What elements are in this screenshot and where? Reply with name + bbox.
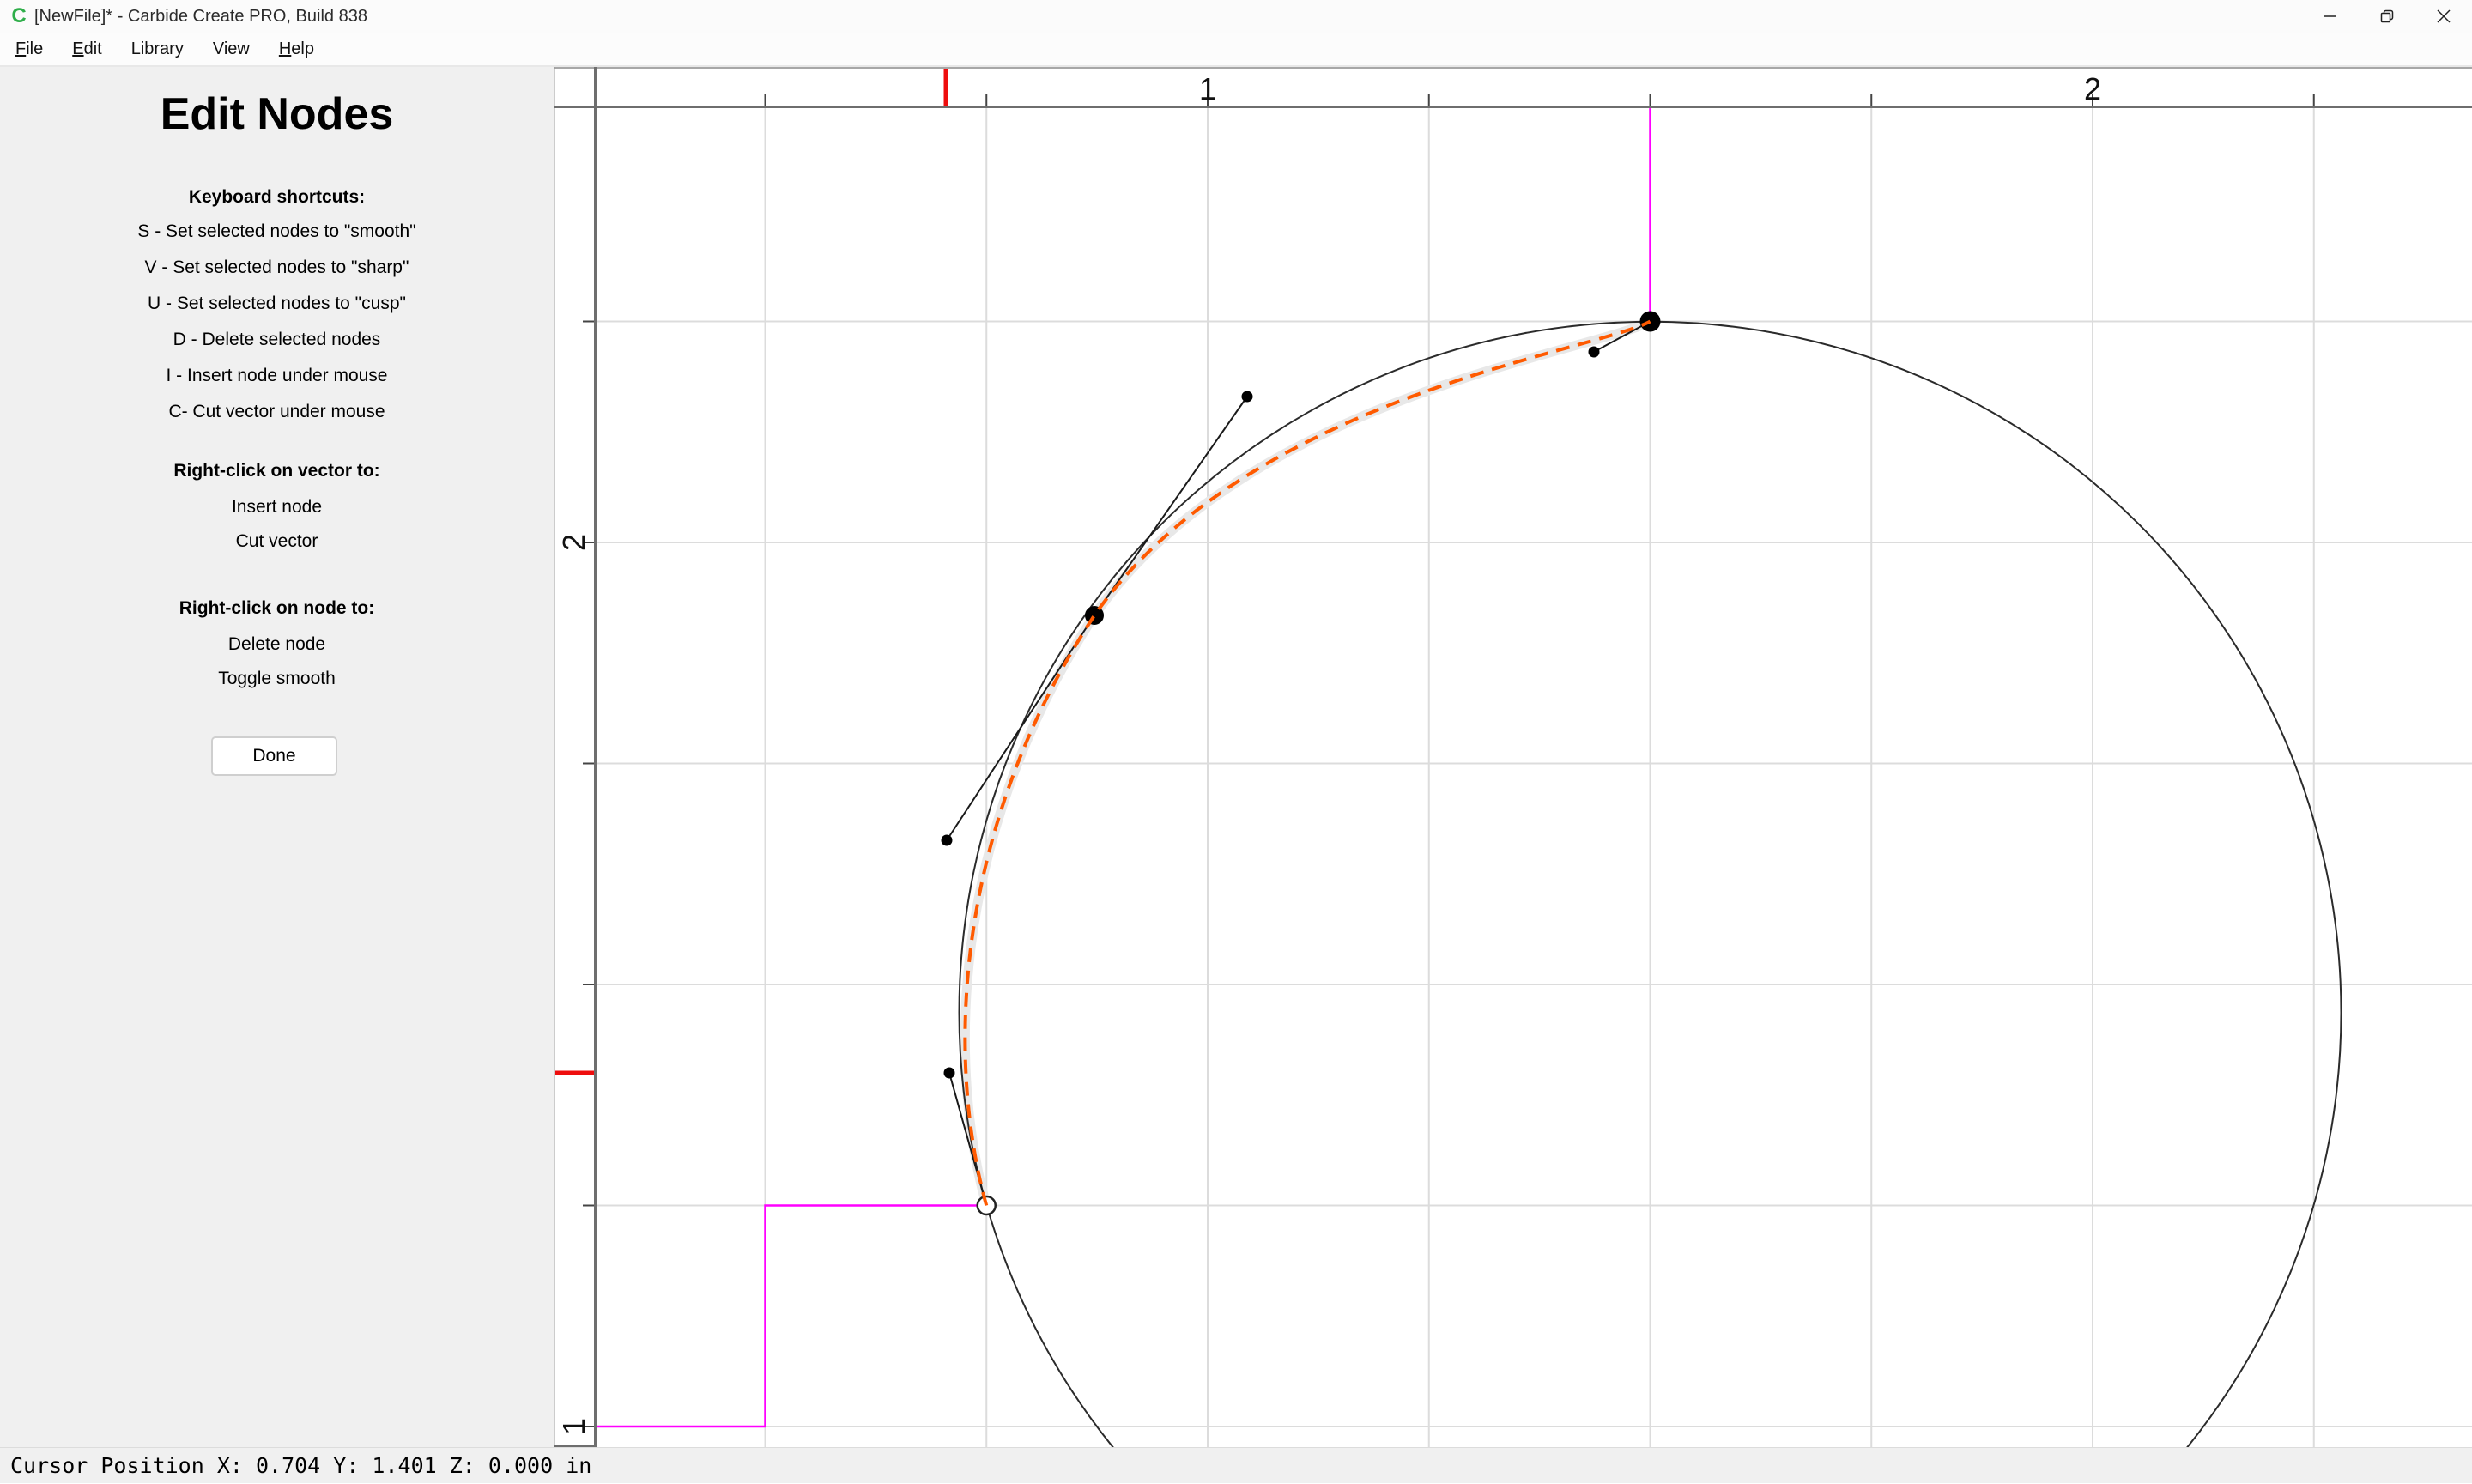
window-title: [NewFile]* - Carbide Create PRO, Build 8… bbox=[34, 0, 367, 33]
restore-button[interactable] bbox=[2359, 0, 2415, 33]
magenta-path-segments[interactable] bbox=[597, 108, 1651, 1426]
panel-title: Edit Nodes bbox=[0, 84, 554, 144]
ruler-frame bbox=[554, 67, 2472, 1447]
app-window: C [NewFile]* - Carbide Create PRO, Build… bbox=[0, 0, 2472, 1483]
shortcut-sharp: V - Set selected nodes to "sharp" bbox=[0, 250, 554, 286]
ruler-left-label-1: 1 bbox=[556, 1418, 591, 1435]
control-point[interactable] bbox=[944, 1068, 955, 1079]
menu-help[interactable]: Help bbox=[264, 33, 329, 64]
vector-action-cut-vector: Cut vector bbox=[0, 524, 554, 560]
shortcut-smooth: S - Set selected nodes to "smooth" bbox=[0, 214, 554, 250]
window-controls bbox=[2302, 0, 2472, 33]
ruler-ticks bbox=[583, 94, 2314, 1426]
cursor-mark-x bbox=[944, 69, 948, 106]
edit-nodes-panel: Edit Nodes Keyboard shortcuts: S - Set s… bbox=[0, 67, 554, 1447]
status-bar: Cursor Position X: 0.704 Y: 1.401 Z: 0.0… bbox=[0, 1447, 2472, 1483]
ruler-left-label-2: 2 bbox=[556, 534, 591, 551]
control-point[interactable] bbox=[1242, 391, 1253, 403]
shortcut-cut: C- Cut vector under mouse bbox=[0, 394, 554, 430]
title-bar: C [NewFile]* - Carbide Create PRO, Build… bbox=[0, 0, 2472, 33]
shortcut-insert: I - Insert node under mouse bbox=[0, 358, 554, 394]
node-context-heading: Right-click on node to: bbox=[0, 591, 554, 627]
cursor-position-readout: Cursor Position X: 0.704 Y: 1.401 Z: 0.0… bbox=[10, 1448, 591, 1484]
done-button[interactable]: Done bbox=[211, 736, 337, 776]
minimize-button[interactable] bbox=[2302, 0, 2359, 33]
minimize-icon bbox=[2324, 9, 2337, 23]
control-point[interactable] bbox=[942, 835, 953, 846]
vector-context-heading: Right-click on vector to: bbox=[0, 453, 554, 489]
restore-icon bbox=[2380, 9, 2394, 23]
menu-bar: File Edit Library View Help bbox=[0, 33, 2472, 67]
menu-edit[interactable]: Edit bbox=[58, 33, 116, 64]
vector-action-insert-node: Insert node bbox=[0, 489, 554, 525]
menu-view[interactable]: View bbox=[198, 33, 264, 64]
keyboard-shortcuts-heading: Keyboard shortcuts: bbox=[0, 179, 554, 215]
shortcut-cusp: U - Set selected nodes to "cusp" bbox=[0, 286, 554, 322]
ruler-top-label-1: 1 bbox=[1199, 71, 1216, 106]
grid-lines bbox=[597, 108, 2472, 1447]
design-canvas[interactable]: 1 2 2 1 bbox=[554, 67, 2472, 1447]
menu-file[interactable]: File bbox=[1, 33, 58, 64]
control-point[interactable] bbox=[1589, 347, 1600, 358]
close-button[interactable] bbox=[2415, 0, 2472, 33]
cursor-mark-y bbox=[555, 1071, 594, 1075]
ruler-top bbox=[554, 67, 2472, 107]
ruler-labels: 1 2 2 1 bbox=[556, 71, 2101, 1435]
node-action-toggle-smooth: Toggle smooth bbox=[0, 661, 554, 697]
close-icon bbox=[2437, 9, 2451, 23]
app-logo-icon: C bbox=[8, 4, 30, 28]
ruler-top-label-2: 2 bbox=[2084, 71, 2101, 106]
shortcut-delete: D - Delete selected nodes bbox=[0, 322, 554, 358]
node-action-delete-node: Delete node bbox=[0, 627, 554, 663]
menu-library[interactable]: Library bbox=[117, 33, 198, 64]
ruler-left bbox=[554, 67, 596, 1447]
